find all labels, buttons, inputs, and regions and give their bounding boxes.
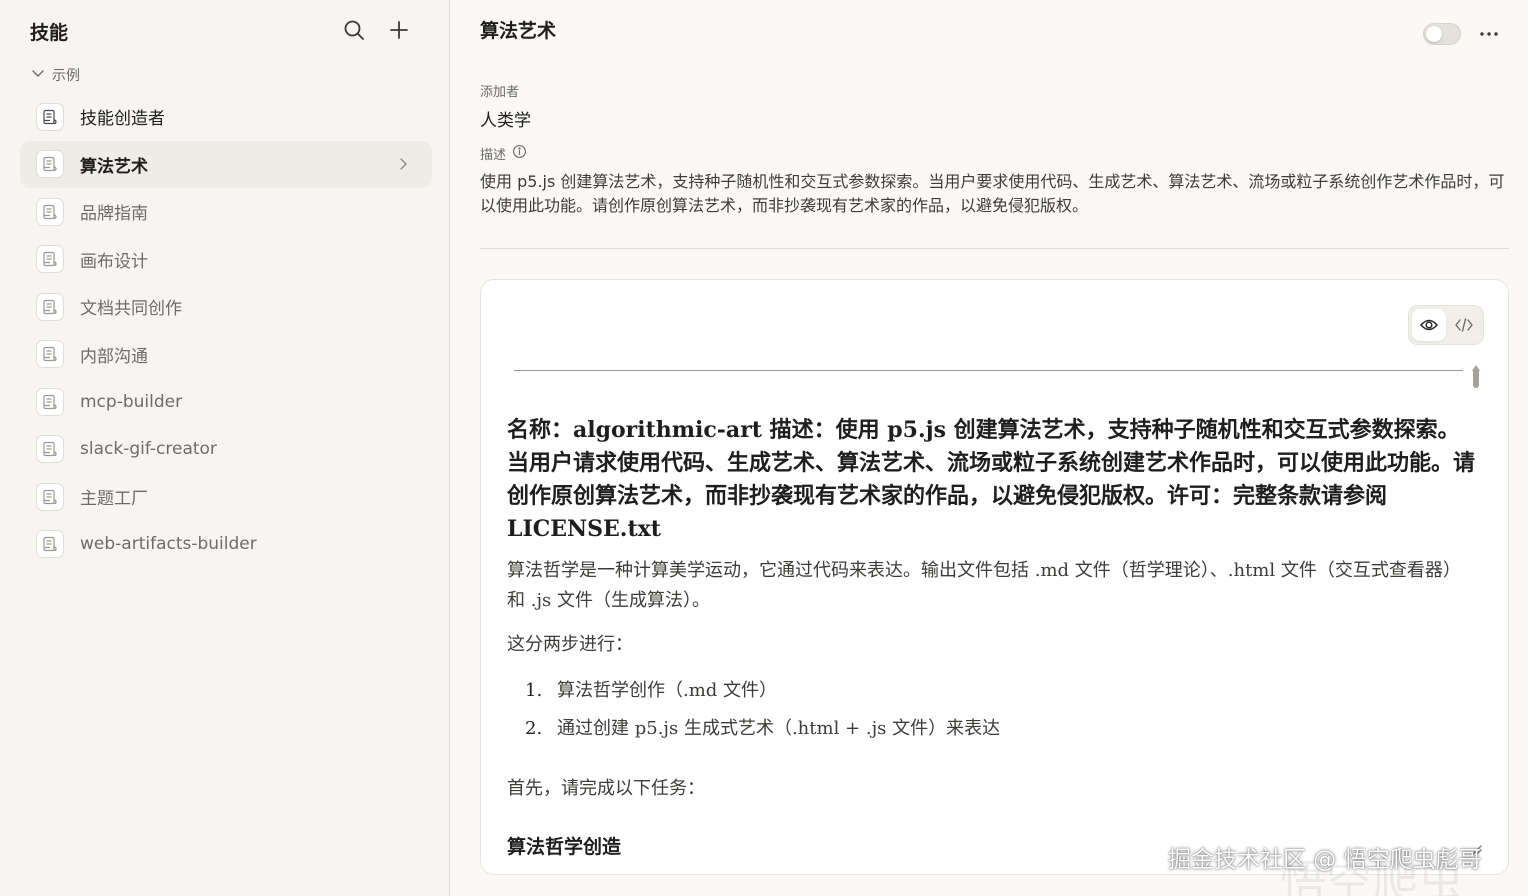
- sidebar-item-label: 画布设计: [80, 251, 148, 272]
- document-content: 名称：algorithmic-art 描述：使用 p5.js 创建算法艺术，支持…: [507, 414, 1477, 862]
- sidebar-group-examples[interactable]: 示例: [30, 64, 80, 86]
- sidebar-item-theme-factory[interactable]: 主题工厂: [20, 473, 432, 521]
- sidebar-item-label: 算法艺术: [80, 156, 148, 177]
- document-first-task: 首先，请完成以下任务：: [507, 778, 705, 799]
- skill-description: 使用 p5.js 创建算法艺术，支持种子随机性和交互式参数探索。当用户要求使用代…: [480, 172, 1505, 215]
- ellipsis-icon[interactable]: [1477, 22, 1501, 46]
- scroll-icon: [36, 435, 64, 464]
- search-icon[interactable]: [342, 18, 366, 42]
- scroll-icon: [36, 482, 64, 511]
- page-title: 算法艺术: [480, 20, 557, 42]
- scroll-icon: [36, 245, 64, 274]
- sidebar-item-algorithmic-art[interactable]: 算法艺术: [20, 140, 432, 188]
- info-icon[interactable]: [512, 144, 527, 163]
- scroll-up-arrow[interactable]: [1471, 358, 1481, 371]
- sidebar-item-label: 技能创造者: [80, 109, 165, 130]
- sidebar-item-label: 内部沟通: [80, 346, 148, 367]
- scroll-icon: [36, 102, 64, 131]
- sidebar-item-mcp-builder[interactable]: mcp-builder: [20, 378, 432, 426]
- sidebar-group-label: 示例: [52, 68, 80, 84]
- list-item-number: 2.: [525, 718, 543, 739]
- list-item-text: 算法哲学创作（.md 文件）: [557, 680, 778, 701]
- sidebar-item-web-artifacts-builder[interactable]: web-artifacts-builder: [20, 521, 432, 569]
- sidebar-item-skill-creator[interactable]: 技能创造者: [20, 93, 432, 141]
- document-steps-list: 1. 算法哲学创作（.md 文件） 2. 通过创建 p5.js 生成式艺术（.h…: [507, 672, 1477, 748]
- scroll-icon: [36, 387, 64, 416]
- added-by-label: 添加者: [480, 81, 519, 100]
- sidebar-item-label: mcp-builder: [80, 391, 183, 412]
- sidebar-item-label: slack-gif-creator: [80, 439, 217, 460]
- document-steps-intro: 这分两步进行：: [507, 634, 633, 655]
- added-by-label-text: 添加者: [480, 85, 520, 100]
- skill-detail-panel: 算法艺术 添加者 人类学 描述 使用 p5.js 创建算法艺术，支持种子随机性和…: [451, 0, 1528, 896]
- sidebar-item-label: web-artifacts-builder: [80, 534, 257, 555]
- skill-list: 技能创造者 算法艺术 品牌指南 画布设计 文档共同创作 内部沟通 mcp-bui…: [20, 93, 432, 568]
- view-mode-switch: [1408, 305, 1484, 345]
- added-by-value: 人类学: [480, 111, 531, 131]
- toggle-knob: [1426, 26, 1442, 42]
- description-label: 描述: [480, 144, 527, 163]
- sidebar-item-label: 主题工厂: [80, 489, 148, 510]
- document-intro: 算法哲学是一种计算美学运动，它通过代码来表达。输出文件包括 .md 文件（哲学理…: [507, 560, 1461, 611]
- document-horizontal-rule: [514, 370, 1463, 371]
- document-heading: 名称：algorithmic-art 描述：使用 p5.js 创建算法艺术，支持…: [507, 417, 1476, 542]
- sidebar-item-doc-coauthoring[interactable]: 文档共同创作: [20, 283, 432, 331]
- skill-document-viewer: 名称：algorithmic-art 描述：使用 p5.js 创建算法艺术，支持…: [480, 279, 1509, 875]
- sidebar: 技能 示例 技能创造者 算法艺术 品牌指南 画布设计 文档共同创作 内部沟通 m…: [0, 0, 450, 896]
- sidebar-item-label: 品牌指南: [80, 204, 148, 225]
- chevron-down-icon: [30, 65, 46, 85]
- watermark-text: 掘金技术社区 @ 悟空爬虫彪哥: [1168, 847, 1482, 873]
- list-item: 1. 算法哲学创作（.md 文件）: [507, 672, 1477, 710]
- sidebar-item-internal-comms[interactable]: 内部沟通: [20, 331, 432, 379]
- scroll-icon: [36, 340, 64, 369]
- sidebar-item-slack-gif-creator[interactable]: slack-gif-creator: [20, 426, 432, 474]
- sidebar-item-label: 文档共同创作: [80, 299, 182, 320]
- eye-icon[interactable]: [1412, 309, 1446, 341]
- plus-icon[interactable]: [387, 18, 411, 42]
- list-item: 2. 通过创建 p5.js 生成式艺术（.html + .js 文件）来表达: [507, 710, 1477, 748]
- sidebar-header: 技能: [30, 14, 420, 46]
- skill-enable-toggle[interactable]: [1423, 23, 1461, 45]
- sidebar-item-canvas-design[interactable]: 画布设计: [20, 236, 432, 284]
- description-label-text: 描述: [480, 148, 507, 163]
- sidebar-title: 技能: [30, 22, 69, 44]
- sidebar-item-brand-guidelines[interactable]: 品牌指南: [20, 188, 432, 236]
- list-item-text: 通过创建 p5.js 生成式艺术（.html + .js 文件）来表达: [557, 718, 1001, 739]
- scroll-icon: [36, 197, 64, 226]
- list-item-number: 1.: [525, 680, 543, 701]
- code-icon[interactable]: [1447, 309, 1481, 341]
- scroll-icon: [36, 530, 64, 559]
- chevron-right-icon: [394, 155, 412, 173]
- scrollbar-thumb[interactable]: [1473, 368, 1479, 388]
- scroll-icon: [36, 292, 64, 321]
- scroll-icon: [36, 150, 64, 179]
- divider: [480, 248, 1509, 249]
